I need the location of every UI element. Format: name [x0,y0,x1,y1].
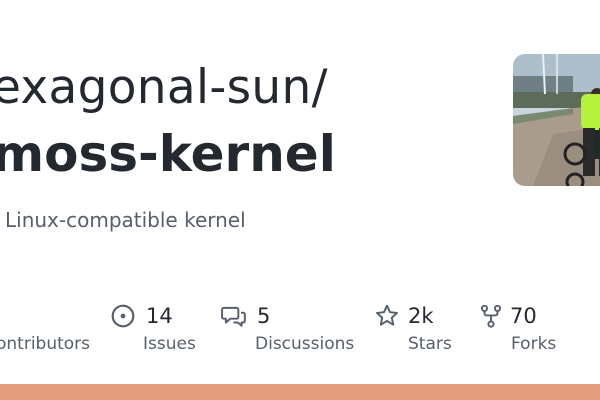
stat-issues-value: 14 [146,304,173,328]
stat-forks[interactable]: 70 Forks [478,300,568,360]
stat-contributors-label: ontributors [0,334,91,354]
stat-issues[interactable]: 14 Issues [110,300,200,360]
stat-stars[interactable]: 2k Stars [374,300,464,360]
stat-discussions[interactable]: 5 Discussions [221,300,355,360]
stat-forks-value: 70 [510,304,537,328]
repo-name[interactable]: moss-kernel [0,122,336,186]
comment-discussion-icon [221,306,246,327]
repo-forked-icon [480,304,502,328]
avatar [513,54,600,186]
stat-discussions-label: Discussions [255,334,355,354]
stat-forks-label: Forks [511,334,557,354]
stat-issues-label: Issues [143,334,196,354]
stat-discussions-value: 5 [257,304,271,328]
repo-social-card: exagonal-sun/ moss-kernel Linux-compatib… [0,0,600,400]
language-bar [0,384,600,400]
repo-description: Linux-compatible kernel [5,208,246,232]
stat-contributors[interactable]: ontributors [0,300,90,360]
stat-stars-label: Stars [408,334,452,354]
stat-stars-value: 2k [408,304,434,328]
repo-owner[interactable]: exagonal-sun/ [0,58,328,118]
issue-opened-icon [111,304,135,328]
star-icon [376,304,398,326]
avatar-photo [513,54,600,186]
